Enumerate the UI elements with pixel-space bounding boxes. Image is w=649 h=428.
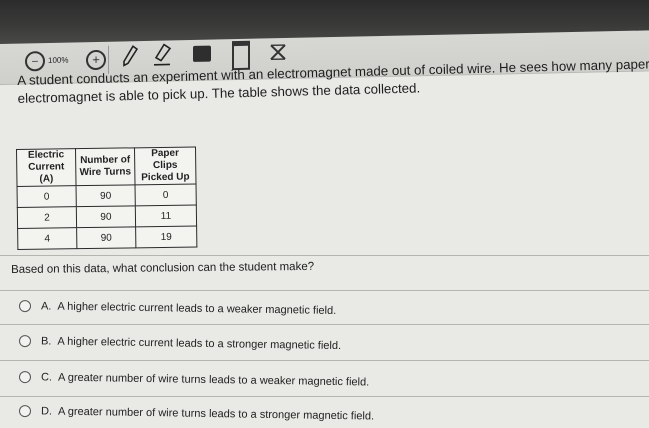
answer-eliminator-icon[interactable] xyxy=(268,42,288,62)
zoom-out-symbol: − xyxy=(31,54,39,69)
table-row: 0 90 0 xyxy=(17,183,197,208)
choice-letter: A. xyxy=(40,300,52,313)
table-cell: 90 xyxy=(76,226,136,249)
zoom-out-icon[interactable]: − xyxy=(25,51,45,72)
answer-choice-c[interactable]: C. A greater number of wire turns leads … xyxy=(18,366,370,393)
zoom-in-icon[interactable]: + xyxy=(86,49,106,71)
table-cell: 11 xyxy=(135,204,197,227)
section-divider xyxy=(0,255,649,256)
table-cell: 0 xyxy=(135,183,197,206)
keyboard-icon[interactable] xyxy=(193,45,211,62)
table-cell: 2 xyxy=(17,206,77,229)
table-cell: 0 xyxy=(17,185,77,208)
choice-letter: C. xyxy=(40,371,53,384)
choice-divider xyxy=(0,396,649,397)
header-paper-clips: Paper Clips Picked Up xyxy=(134,146,197,185)
radio-button-a[interactable] xyxy=(18,300,32,313)
data-table: Electric Current (A) Number of Wire Turns … xyxy=(16,146,198,250)
answer-choice-d[interactable]: D. A greater number of wire turns leads … xyxy=(18,400,375,428)
choice-text: A greater number of wire turns leads to … xyxy=(57,405,375,423)
question-prompt: Based on this data, what conclusion can … xyxy=(11,260,315,276)
choice-text: A higher electric current leads to a str… xyxy=(57,335,342,353)
choice-divider xyxy=(0,324,649,325)
table-cell: 19 xyxy=(135,225,197,248)
choice-divider xyxy=(0,360,649,361)
question-content: A student conducts an experiment with an… xyxy=(0,56,649,428)
answer-choice-a[interactable]: A. A higher electric current leads to a … xyxy=(18,295,337,322)
radio-button-b[interactable] xyxy=(18,335,32,348)
pen-icon[interactable] xyxy=(122,45,138,67)
answer-choice-b[interactable]: B. A higher electric current leads to a … xyxy=(18,330,342,357)
table-cell: 90 xyxy=(76,205,136,228)
radio-button-d[interactable] xyxy=(18,405,32,418)
table-row: 4 90 19 xyxy=(17,225,197,250)
choice-letter: D. xyxy=(40,405,53,418)
radio-button-c[interactable] xyxy=(18,371,32,384)
table-cell: 90 xyxy=(76,184,136,207)
choice-divider xyxy=(0,290,649,291)
choice-text: A higher electric current leads to a wea… xyxy=(57,300,337,317)
choice-text: A greater number of wire turns leads to … xyxy=(57,371,370,389)
table-cell: 4 xyxy=(17,227,77,250)
header-wire-turns: Number of Wire Turns xyxy=(75,147,136,186)
zoom-level: 100% xyxy=(48,55,69,65)
header-electric-current: Electric Current (A) xyxy=(16,148,77,187)
table-row: 2 90 11 xyxy=(17,204,197,229)
highlighter-icon[interactable] xyxy=(152,42,174,66)
zoom-in-symbol: + xyxy=(92,51,100,68)
choice-letter: B. xyxy=(40,335,52,348)
table-header-row: Electric Current (A) Number of Wire Turns … xyxy=(16,146,197,187)
